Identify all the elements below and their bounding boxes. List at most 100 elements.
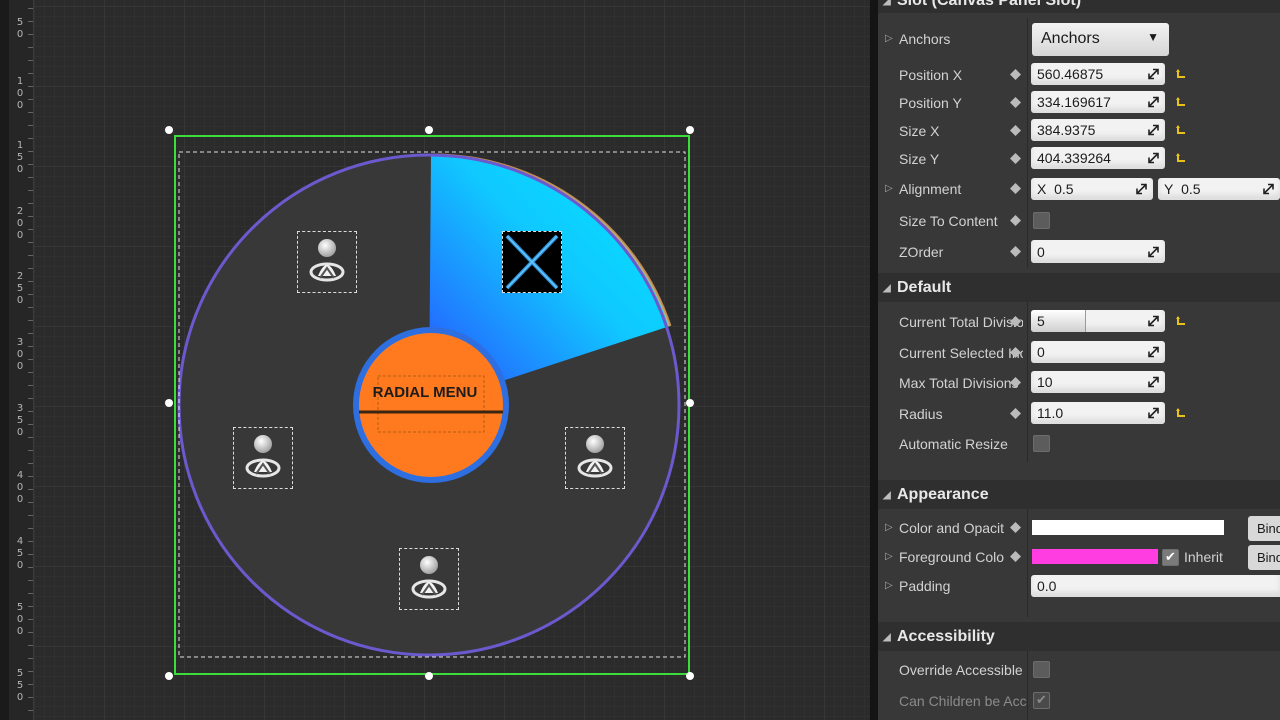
ruler-tick — [28, 73, 33, 74]
designer-canvas[interactable]: RADIAL MENU — [34, 0, 870, 720]
panel-splitter[interactable] — [870, 0, 878, 720]
slot-close-x[interactable] — [502, 231, 562, 293]
drag-arrow-icon — [1148, 376, 1159, 388]
property-value-field[interactable]: 560.46875 — [1031, 63, 1165, 85]
ruler-tick — [28, 60, 33, 61]
property-value-field[interactable]: 0 — [1031, 340, 1165, 363]
property-label: Current Selected Inc — [899, 344, 1023, 361]
section-appearance[interactable]: ◢ Appearance — [878, 480, 1280, 509]
ruler-label: 2 — [16, 206, 24, 217]
checkmark-icon: ✔ — [1036, 692, 1047, 707]
ruler-tick — [28, 229, 33, 230]
slot-person-right[interactable] — [565, 427, 625, 489]
size-to-content-checkbox[interactable] — [1033, 212, 1050, 229]
reset-to-default-icon[interactable] — [1175, 68, 1187, 80]
property-label: Radius — [899, 405, 943, 422]
expand-arrow-icon[interactable]: ▷ — [885, 551, 893, 562]
keyframe-diamond-icon[interactable] — [1009, 346, 1022, 359]
property-label: Size X — [899, 123, 940, 139]
reset-to-default-icon[interactable] — [1175, 315, 1187, 327]
ruler-label: 2 — [16, 271, 24, 282]
slot-person-bottom[interactable] — [399, 548, 459, 610]
padding-field[interactable]: 0.0 — [1031, 575, 1280, 597]
automatic-resize-checkbox[interactable] — [1033, 435, 1050, 452]
color-opacity-swatch[interactable] — [1032, 520, 1224, 535]
ruler-tick — [28, 515, 33, 516]
drag-arrow-icon — [1148, 407, 1159, 418]
property-value-field[interactable]: 384.9375 — [1031, 119, 1165, 141]
ruler-tick — [28, 294, 33, 295]
column-divider[interactable] — [1027, 509, 1028, 617]
slot-person-left[interactable] — [233, 427, 293, 489]
keyframe-diamond-icon[interactable] — [1009, 124, 1022, 137]
ruler-label: 0 — [16, 349, 24, 360]
keyframe-diamond-icon[interactable] — [1009, 550, 1022, 563]
property-value-field[interactable]: 11.0 — [1031, 401, 1165, 424]
override-accessible-checkbox[interactable] — [1033, 661, 1050, 678]
ruler-tick — [28, 333, 33, 334]
property-value-field[interactable]: 404.339264 — [1031, 147, 1165, 169]
keyframe-diamond-icon[interactable] — [1009, 68, 1022, 81]
expand-arrow-icon[interactable]: ▷ — [885, 183, 893, 194]
keyframe-diamond-icon[interactable] — [1009, 376, 1022, 389]
expand-arrow-icon[interactable]: ▷ — [885, 33, 893, 44]
ruler-tick — [28, 47, 33, 48]
ruler-tick — [28, 125, 33, 126]
ruler-tick — [28, 632, 33, 633]
zorder-field[interactable]: 0 — [1031, 240, 1165, 263]
alignment-y-field[interactable]: Y 0.5 — [1158, 178, 1280, 200]
keyframe-diamond-icon[interactable] — [1009, 96, 1022, 109]
keyframe-diamond-icon[interactable] — [1009, 315, 1022, 328]
ruler-tick — [28, 450, 33, 451]
section-accessibility[interactable]: ◢ Accessibility — [878, 622, 1280, 651]
ruler-label: 0 — [16, 427, 24, 438]
property-value-field[interactable]: 334.169617 — [1031, 91, 1165, 113]
ruler-tick — [28, 645, 33, 646]
drag-arrow-icon — [1148, 96, 1159, 108]
ruler-tick — [28, 489, 33, 490]
collapse-arrow-icon: ◢ — [883, 490, 891, 501]
property-value-field[interactable]: 5 — [1031, 310, 1165, 332]
property-value-field[interactable]: 10 — [1031, 371, 1165, 393]
keyframe-diamond-icon[interactable] — [1009, 245, 1022, 258]
ruler-tick — [28, 307, 33, 308]
ruler-tick — [28, 216, 33, 217]
foreground-bind-button[interactable]: Bind — [1248, 545, 1280, 570]
ruler-tick — [28, 164, 33, 165]
person-marker-icon — [577, 435, 613, 478]
inherit-checkbox[interactable]: ✔ — [1162, 549, 1179, 566]
drag-arrow-icon — [1148, 246, 1159, 257]
ruler-tick — [28, 21, 33, 22]
column-divider[interactable] — [1027, 18, 1028, 268]
ruler-tick — [28, 112, 33, 113]
alignment-x-field[interactable]: X 0.5 — [1031, 178, 1153, 200]
foreground-color-swatch[interactable] — [1032, 549, 1158, 564]
drag-arrow-icon — [1263, 183, 1274, 195]
keyframe-diamond-icon[interactable] — [1009, 214, 1022, 227]
reset-to-default-icon[interactable] — [1175, 152, 1187, 164]
inherit-label: Inherit — [1184, 549, 1223, 565]
drag-arrow-icon — [1148, 68, 1159, 80]
keyframe-diamond-icon[interactable] — [1009, 182, 1022, 195]
keyframe-diamond-icon[interactable] — [1009, 407, 1022, 420]
keyframe-diamond-icon[interactable] — [1009, 521, 1022, 534]
color-bind-button[interactable]: Bind — [1248, 516, 1280, 541]
ruler-tick — [28, 424, 33, 425]
reset-to-default-icon[interactable] — [1175, 96, 1187, 108]
ruler-tick — [28, 34, 33, 35]
section-slot[interactable]: ◢ Slot (Canvas Panel Slot) — [878, 0, 1280, 13]
reset-to-default-icon[interactable] — [1175, 124, 1187, 136]
anchors-dropdown[interactable]: Anchors ▼ — [1032, 23, 1169, 56]
person-marker-icon — [309, 239, 345, 282]
property-label: Position Y — [899, 95, 962, 111]
expand-arrow-icon[interactable]: ▷ — [885, 522, 893, 533]
center-button[interactable] — [359, 333, 503, 477]
expand-arrow-icon[interactable]: ▷ — [885, 580, 893, 591]
ruler-tick — [28, 658, 33, 659]
radial-menu-widget[interactable]: RADIAL MENU — [34, 0, 870, 720]
keyframe-diamond-icon[interactable] — [1009, 152, 1022, 165]
slot-person-top-left[interactable] — [297, 231, 357, 293]
section-default[interactable]: ◢ Default — [878, 273, 1280, 302]
can-children-label: Can Children be Acc — [899, 693, 1027, 709]
reset-to-default-icon[interactable] — [1175, 407, 1187, 419]
